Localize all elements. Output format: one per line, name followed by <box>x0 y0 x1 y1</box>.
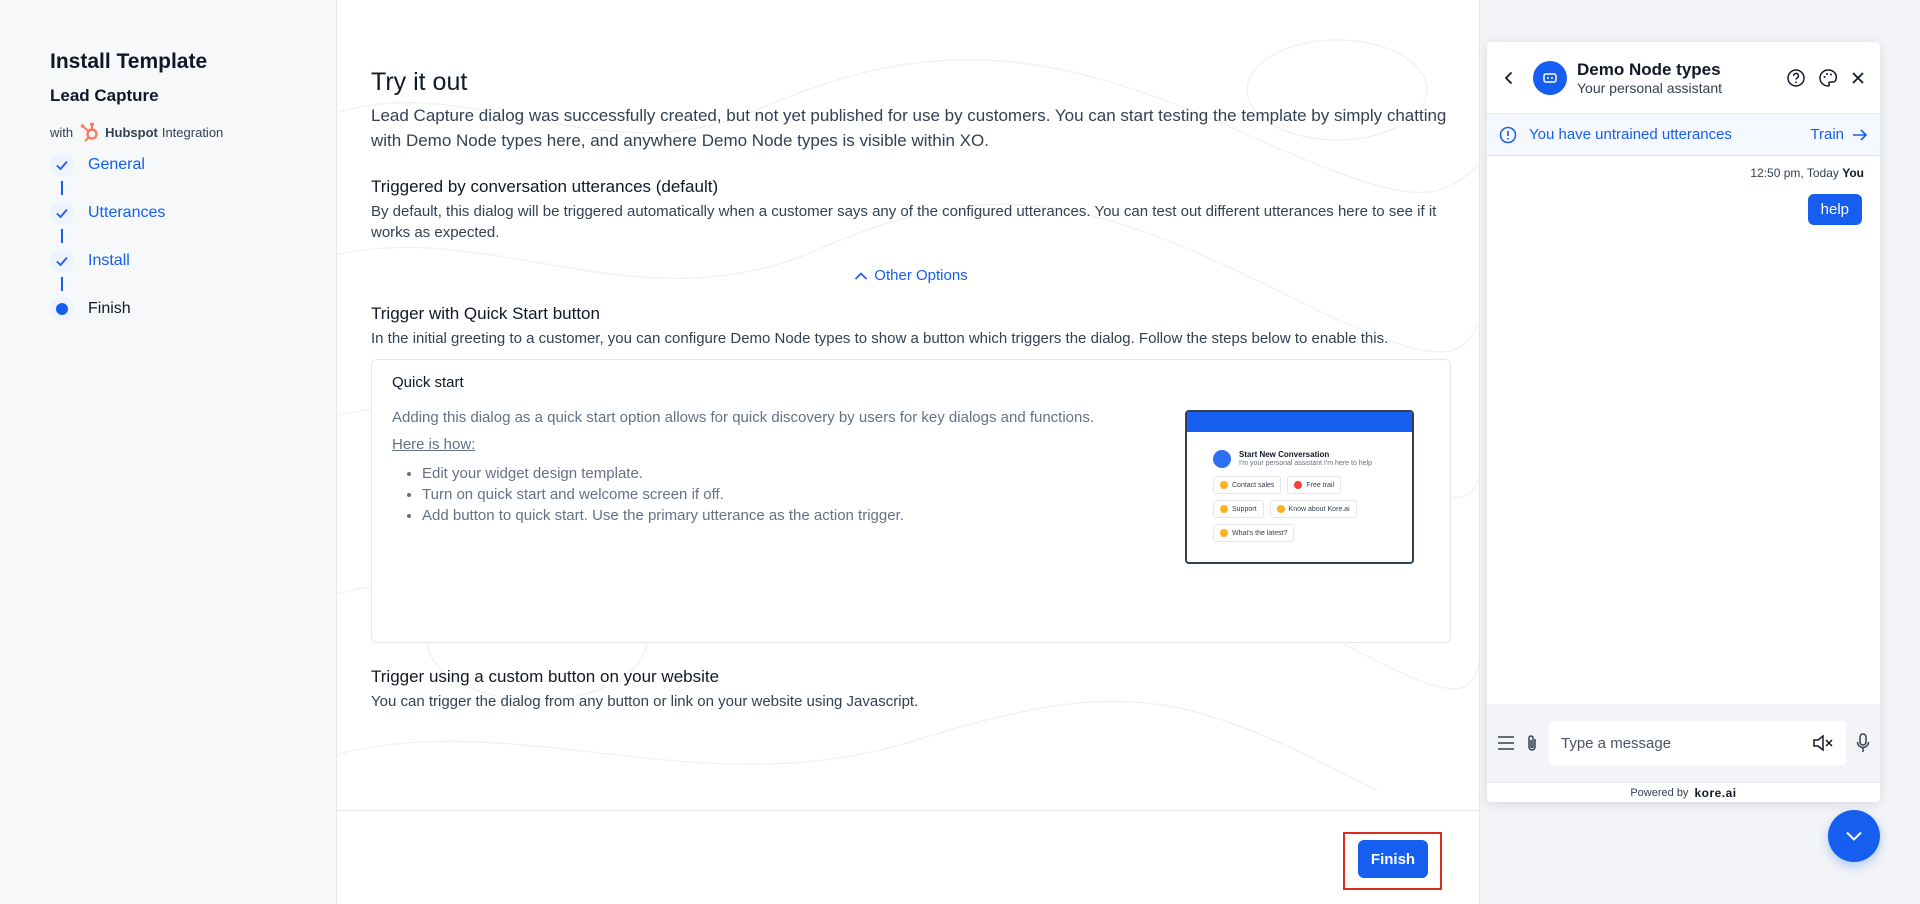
wizard-steps: General Utterances Install Finish <box>50 153 336 321</box>
preview-chips: Contact sales Free trail Support Know ab… <box>1187 468 1397 542</box>
message-input[interactable]: Type a message <box>1549 721 1846 765</box>
integration-row: with Hubspot Integration <box>50 121 336 143</box>
with-label: with <box>50 124 74 140</box>
quick-start-card-title: Quick start <box>392 374 464 391</box>
untrained-utterances-banner: You have untrained utterances Train <box>1487 114 1880 156</box>
bot-subtitle: Your personal assistant <box>1577 79 1723 96</box>
preview-header-bar <box>1187 412 1412 432</box>
menu-icon[interactable] <box>1497 735 1515 751</box>
preview-avatar <box>1213 450 1231 468</box>
check-icon <box>50 249 74 273</box>
step-install[interactable]: Install <box>50 249 336 273</box>
chat-widget: Demo Node types Your personal assistant … <box>1487 42 1880 802</box>
message-meta: 12:50 pm, Today You <box>1487 156 1880 180</box>
install-sidebar: Install Template Lead Capture with Hubsp… <box>0 0 337 904</box>
quick-start-trigger-text: In the initial greeting to a customer, y… <box>371 330 1389 347</box>
bot-name: Demo Node types <box>1577 59 1721 79</box>
wizard-footer <box>337 810 1479 904</box>
train-link[interactable]: Train <box>1810 126 1868 143</box>
message-sender: You <box>1842 166 1864 180</box>
back-arrow-icon[interactable] <box>1501 70 1521 86</box>
chat-header: Demo Node types Your personal assistant <box>1487 42 1880 114</box>
user-message-bubble: help <box>1807 194 1862 225</box>
template-name: Lead Capture <box>50 86 159 105</box>
custom-button-trigger-title: Trigger using a custom button on your we… <box>371 667 720 686</box>
mute-icon[interactable] <box>1812 734 1834 752</box>
try-it-out-content: Try it out Lead Capture dialog was succe… <box>371 68 1451 712</box>
integration-brand: Hubspot <box>105 124 158 140</box>
attachment-icon[interactable] <box>1525 734 1539 752</box>
bot-identity: Demo Node types Your personal assistant <box>1577 60 1722 96</box>
step-utterances[interactable]: Utterances <box>50 201 336 225</box>
step-finish[interactable]: Finish <box>50 297 336 321</box>
step-connector <box>61 181 63 195</box>
step-label: Install <box>88 252 130 269</box>
quick-start-card: Quick start Adding this dialog as a quic… <box>371 359 1451 643</box>
preview-chip: Contact sales <box>1213 476 1282 494</box>
chat-header-actions <box>1786 68 1866 88</box>
custom-button-trigger-text: You can trigger the dialog from any butt… <box>371 693 919 710</box>
check-icon <box>50 201 74 225</box>
quick-start-trigger-title: Trigger with Quick Start button <box>371 304 600 323</box>
lead-text: Lead Capture dialog was successfully cre… <box>371 106 1447 150</box>
step-label: Utterances <box>88 204 166 221</box>
step-general[interactable]: General <box>50 153 336 177</box>
utterances-trigger-title: Triggered by conversation utterances (de… <box>371 177 719 196</box>
bot-avatar-icon <box>1533 60 1567 95</box>
utterances-trigger-text: By default, this dialog will be triggere… <box>371 203 1437 241</box>
check-icon <box>50 153 74 177</box>
preview-title: Start New Conversation <box>1239 450 1330 459</box>
preview-chip: What's the latest? <box>1213 524 1295 542</box>
message-time: 12:50 pm, Today <box>1750 166 1839 180</box>
message-input-placeholder: Type a message <box>1561 734 1672 752</box>
page-title: Install Template <box>50 50 208 73</box>
chevron-up-icon <box>854 271 868 281</box>
preview-chip: Know about Kore.ai <box>1269 500 1357 518</box>
quick-start-preview-image: Start New Conversation I'm your personal… <box>1185 410 1414 564</box>
current-step-indicator <box>50 297 74 321</box>
chat-composer: Type a message <box>1487 704 1880 782</box>
train-label: Train <box>1810 126 1844 143</box>
step-label: Finish <box>88 300 131 317</box>
palette-icon[interactable] <box>1818 68 1838 88</box>
close-icon[interactable] <box>1850 70 1866 86</box>
section-title: Try it out <box>371 68 468 96</box>
untrained-text: You have untrained utterances <box>1529 126 1732 143</box>
step-label: General <box>88 156 145 173</box>
hubspot-logo-icon <box>79 121 101 143</box>
integration-suffix: Integration <box>161 124 224 140</box>
other-options-toggle[interactable]: Other Options <box>371 267 1451 284</box>
preview-conversation-header: Start New Conversation I'm your personal… <box>1187 432 1412 468</box>
other-options-label: Other Options <box>874 267 968 284</box>
powered-by-label: Powered by <box>1630 786 1689 799</box>
info-icon <box>1499 126 1517 144</box>
help-icon[interactable] <box>1786 68 1806 88</box>
chevron-down-icon <box>1845 830 1863 842</box>
step-connector <box>61 229 63 243</box>
preview-subtitle: I'm your personal assistant I'm here to … <box>1239 460 1373 467</box>
finish-button[interactable]: Finish <box>1358 840 1428 878</box>
microphone-icon[interactable] <box>1856 733 1870 753</box>
powered-by-footer: Powered by kore.ai <box>1487 782 1880 802</box>
preview-chip: Free trail <box>1287 476 1342 494</box>
arrow-right-icon <box>1852 128 1868 142</box>
preview-chip: Support <box>1213 500 1264 518</box>
main-content: Try it out Lead Capture dialog was succe… <box>337 0 1479 810</box>
kore-logo: kore.ai <box>1694 785 1737 800</box>
collapse-chat-button[interactable] <box>1828 810 1880 862</box>
step-connector <box>61 277 63 291</box>
